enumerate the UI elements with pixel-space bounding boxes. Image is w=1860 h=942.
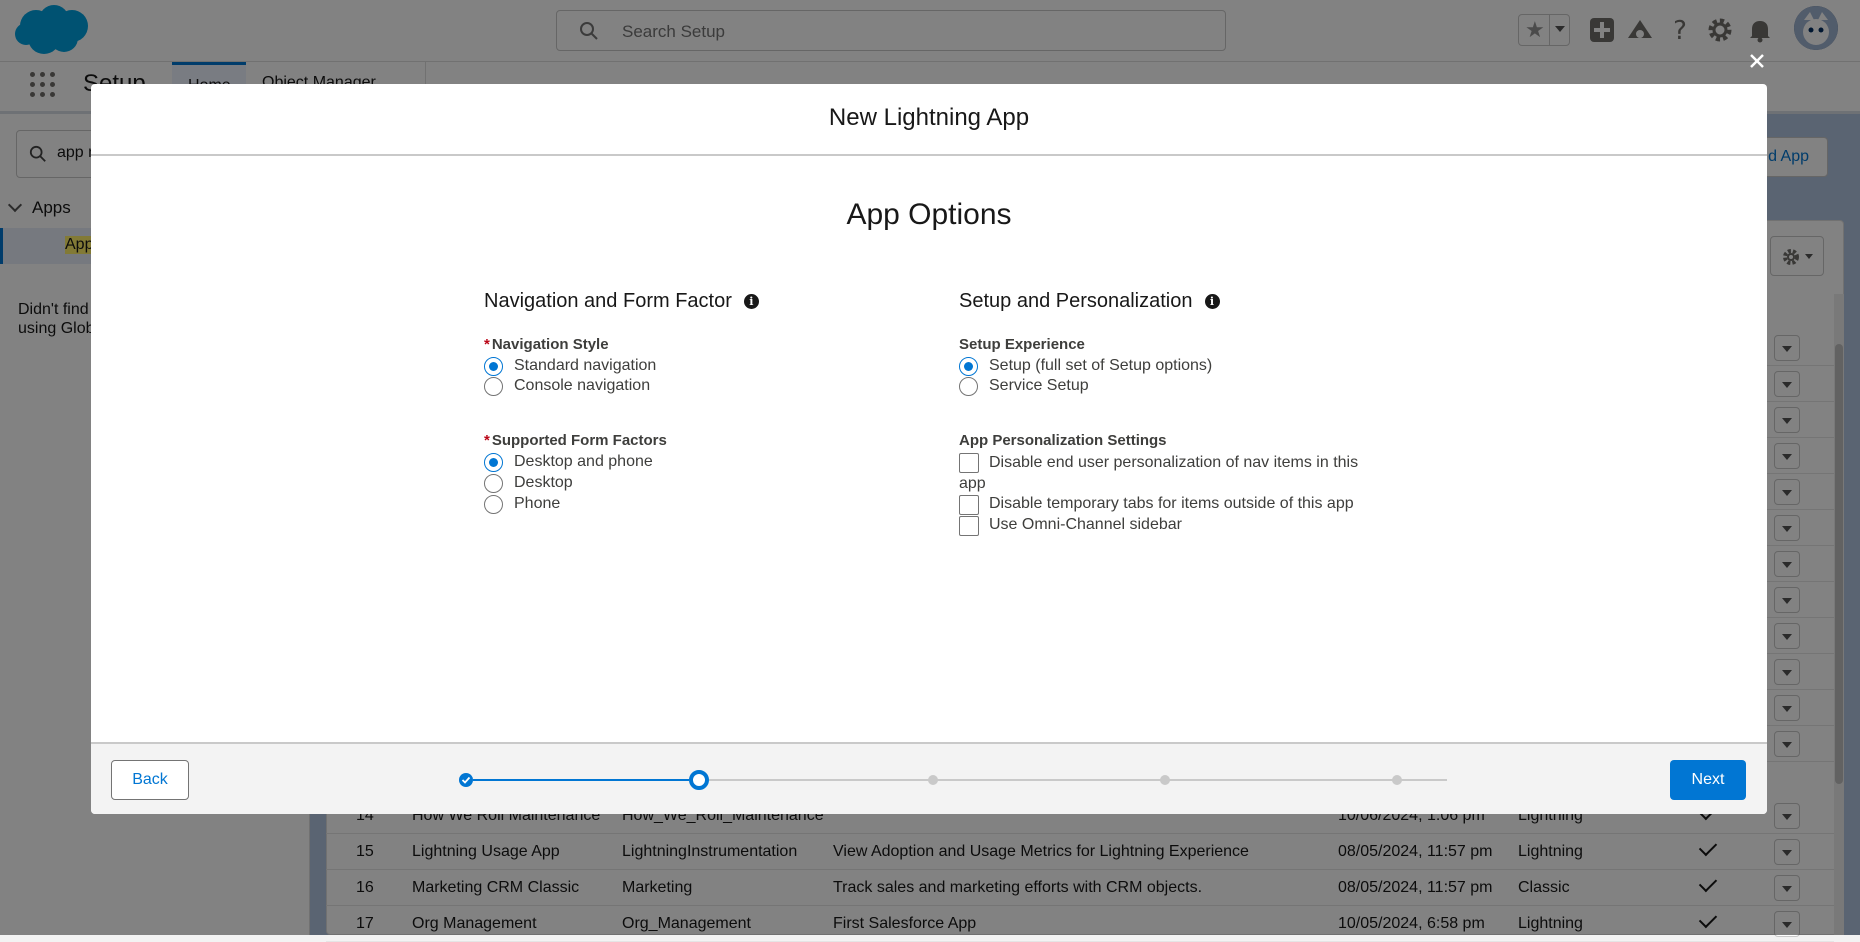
radio-button[interactable] [484, 453, 503, 472]
modal-footer: Back Next [91, 742, 1767, 814]
close-icon[interactable] [1746, 50, 1768, 72]
app-personalization-label: App Personalization Settings [959, 432, 1167, 449]
option-label: Use Omni-Channel sidebar [989, 516, 1182, 533]
supported-form-factors-label: * Supported Form Factors [484, 432, 667, 449]
option-label: Desktop and phone [514, 453, 653, 470]
radio-button[interactable] [959, 377, 978, 396]
radio-button[interactable] [484, 474, 503, 493]
option-label: Setup (full set of Setup options) [989, 357, 1213, 374]
section-heading: Setup and Personalization i [959, 290, 1399, 320]
heading-text: Setup and Personalization [959, 290, 1193, 312]
radio-button[interactable] [959, 357, 978, 376]
radio-button[interactable] [484, 495, 503, 514]
back-button[interactable]: Back [111, 760, 189, 800]
progress-step[interactable] [1392, 775, 1402, 785]
progress-step[interactable] [1160, 775, 1170, 785]
info-icon[interactable]: i [743, 294, 759, 309]
navigation-style-label: * Navigation Style [484, 336, 609, 353]
radio-button[interactable] [484, 377, 503, 396]
next-button[interactable]: Next [1670, 760, 1746, 800]
setup-experience-label: Setup Experience [959, 336, 1085, 353]
navigation-form-factor-section: Navigation and Form Factor i * Navigation … [484, 290, 924, 514]
setup-personalization-section: Setup and Personalization i Setup Experie… [959, 290, 1399, 536]
heading-text: Navigation and Form Factor [484, 290, 732, 312]
required-marker: * [484, 336, 490, 353]
progress-step-completed[interactable] [459, 773, 473, 787]
option-label: Disable end user personalization of nav … [959, 454, 1359, 492]
option-label: Service Setup [989, 377, 1089, 394]
check-icon [461, 776, 471, 784]
progress-step[interactable] [928, 775, 938, 785]
checkbox[interactable] [959, 516, 979, 536]
option-label: Desktop [514, 474, 573, 491]
option-label: Phone [514, 495, 561, 512]
option-label: Console navigation [514, 377, 651, 394]
radio-button[interactable] [484, 357, 503, 376]
progress-bar-remaining [709, 779, 1447, 781]
label-text: Supported Form Factors [491, 432, 667, 449]
label-text: Navigation Style [491, 336, 609, 353]
section-title: App Options [846, 198, 1012, 231]
modal-header: New Lightning App [91, 84, 1767, 156]
progress-bar-completed [473, 779, 689, 781]
required-marker: * [484, 432, 490, 449]
checkbox[interactable] [959, 495, 979, 515]
option-label: Standard navigation [514, 357, 657, 374]
new-lightning-app-modal: New Lightning App App Options Navigation… [91, 84, 1767, 814]
checkbox[interactable] [959, 453, 979, 473]
checkbox-disable-nav-personalization[interactable]: Disable end user personalization of nav … [959, 452, 1379, 494]
progress-step-current[interactable] [689, 770, 709, 790]
option-label: Disable temporary tabs for items outside… [989, 495, 1354, 512]
info-icon[interactable]: i [1204, 294, 1220, 309]
section-heading: Navigation and Form Factor i [484, 290, 924, 320]
modal-title: New Lightning App [828, 104, 1030, 131]
